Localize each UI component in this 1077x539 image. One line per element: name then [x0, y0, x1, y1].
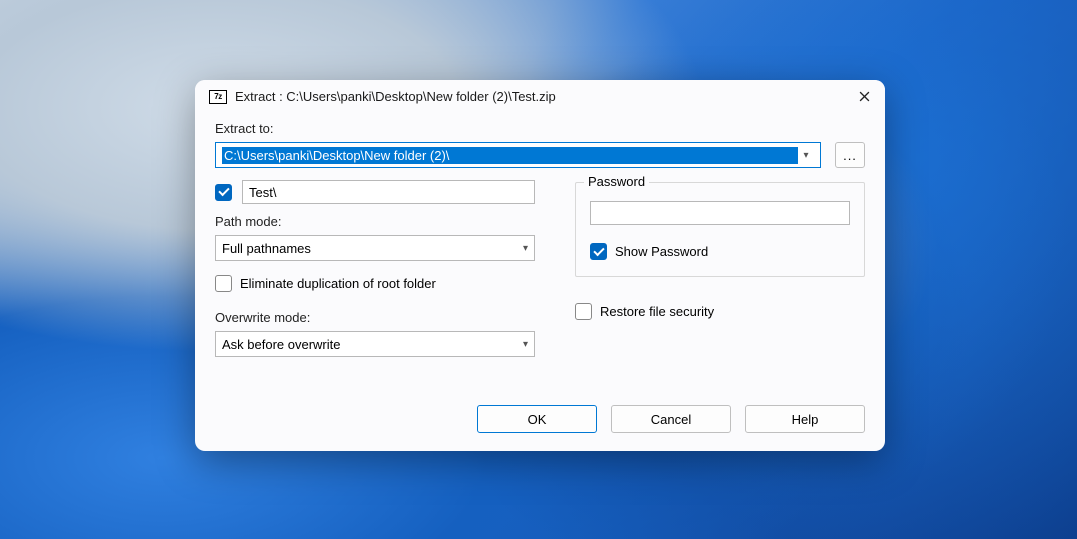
chevron-down-icon: ▾	[798, 150, 814, 161]
app-icon: 7z	[209, 90, 227, 104]
right-column: Password Show Password Restore file secu…	[575, 180, 865, 357]
subfolder-input[interactable]	[242, 180, 535, 204]
password-group: Password Show Password	[575, 182, 865, 277]
extract-to-label: Extract to:	[215, 121, 865, 136]
restore-security-checkbox[interactable]	[575, 303, 592, 320]
path-mode-select[interactable]: Full pathnames ▾	[215, 235, 535, 261]
path-mode-value: Full pathnames	[222, 241, 311, 256]
show-password-label: Show Password	[615, 244, 708, 259]
eliminate-dup-label: Eliminate duplication of root folder	[240, 276, 436, 291]
path-mode-label: Path mode:	[215, 214, 535, 229]
window-title: Extract : C:\Users\panki\Desktop\New fol…	[235, 89, 835, 104]
overwrite-mode-select[interactable]: Ask before overwrite ▾	[215, 331, 535, 357]
cancel-button[interactable]: Cancel	[611, 405, 731, 433]
close-button[interactable]	[843, 83, 885, 111]
overwrite-mode-value: Ask before overwrite	[222, 337, 341, 352]
chevron-down-icon: ▾	[523, 339, 528, 350]
password-legend: Password	[584, 174, 649, 189]
extract-to-combo[interactable]: C:\Users\panki\Desktop\New folder (2)\ ▾	[215, 142, 821, 168]
extract-to-value: C:\Users\panki\Desktop\New folder (2)\	[222, 147, 798, 164]
subfolder-checkbox[interactable]	[215, 184, 232, 201]
help-button[interactable]: Help	[745, 405, 865, 433]
titlebar: 7z Extract : C:\Users\panki\Desktop\New …	[195, 80, 885, 113]
password-input[interactable]	[590, 201, 850, 225]
eliminate-dup-checkbox[interactable]	[215, 275, 232, 292]
restore-security-label: Restore file security	[600, 304, 714, 319]
ok-button[interactable]: OK	[477, 405, 597, 433]
show-password-checkbox[interactable]	[590, 243, 607, 260]
dialog-content: Extract to: C:\Users\panki\Desktop\New f…	[195, 113, 885, 451]
chevron-down-icon: ▾	[523, 243, 528, 254]
browse-button[interactable]: ...	[835, 142, 865, 168]
left-column: Path mode: Full pathnames ▾ Eliminate du…	[215, 180, 535, 357]
dialog-buttons: OK Cancel Help	[215, 405, 865, 433]
extract-dialog: 7z Extract : C:\Users\panki\Desktop\New …	[195, 80, 885, 451]
overwrite-mode-label: Overwrite mode:	[215, 310, 535, 325]
close-icon	[859, 91, 870, 102]
